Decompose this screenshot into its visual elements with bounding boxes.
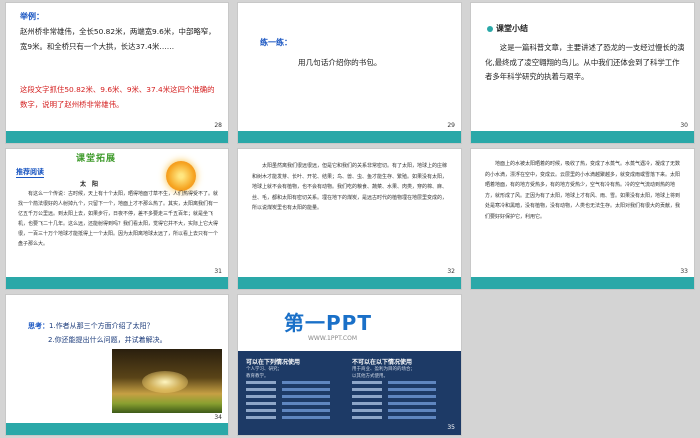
footer-bar (6, 423, 228, 435)
link-row[interactable] (352, 400, 456, 407)
slide-thumbnail-32[interactable]: 太阳虽然离我们很远很远，但是它和我们的关系非常密切。有了太阳，地球上的庄稼和树木… (237, 148, 462, 290)
link-row[interactable] (352, 386, 456, 393)
slide-thumbnail-28[interactable]: 举例： 赵州桥非常雄伟，全长50.82米，两端宽9.6米，中部略窄，宽9米。和全… (5, 2, 229, 144)
slide-body-text: 太阳虽然离我们很远很远，但是它和我们的关系非常密切。有了太阳，地球上的庄稼和树木… (252, 163, 448, 211)
slide-body-text: 用几句话介绍你的书包。 (298, 58, 382, 67)
sun-icon (166, 161, 196, 191)
footer-bar (471, 277, 694, 289)
link-row[interactable] (246, 414, 350, 421)
summary-heading-text: 课堂小结 (496, 24, 528, 33)
light-glow (142, 371, 188, 393)
reading-tag: 推荐阅读 (16, 168, 44, 178)
footer-bar (238, 131, 461, 143)
link-list-left (246, 379, 350, 421)
brand-logo: 第一PPT (284, 311, 372, 335)
disallowed-usage-column: 不可以在以下情况使用 用于商业、盈利为目的的场合； 以其他方式使用。 (352, 357, 456, 380)
brand-url: WWW.1PPT.COM (308, 335, 358, 342)
footer-bar (6, 277, 228, 289)
slide-number: 35 (447, 424, 455, 431)
slide-thumbnail-35[interactable]: 第一PPT WWW.1PPT.COM 可以在下列情况使用 个人学习、研究； 教育… (237, 294, 462, 436)
extension-banner: 课堂拓展 (76, 154, 117, 164)
footer-bar (238, 277, 461, 289)
link-list-right (352, 379, 456, 421)
slide-number: 34 (214, 414, 222, 421)
question-2: 2.你还能提出什么问题，并试着解决。 (48, 336, 167, 344)
allowed-usage-title: 可以在下列情况使用 (246, 359, 301, 366)
slide-body-text: 地面上的水被太阳晒着的时候，吸收了热，变成了水蒸气。水蒸气遇冷，凝成了无数的小水… (485, 161, 681, 220)
highlight-text: 这段文字抓住50.82米、9.6米、9米、37.4米这四个准确的数字，说明了赵州… (20, 85, 215, 109)
question-1: 1.作者从那三个方面介绍了太阳？ (49, 322, 154, 330)
example-label: 举例： (20, 12, 44, 21)
footer-bar (471, 131, 694, 143)
slide-number: 32 (447, 268, 455, 275)
slide-number: 29 (447, 122, 455, 129)
summary-heading: 课堂小结 (487, 23, 528, 34)
link-row[interactable] (246, 407, 350, 414)
slide-thumbnail-30[interactable]: 课堂小结 这是一篇科普文章，主要讲述了恐龙的一支经过慢长的演化,最终成了凌空翱翔… (470, 2, 695, 144)
slide-body-text: 有这么一个传说：古时候，天上有十个太阳，晒得地面寸草不生，人们热得受不了。就找一… (18, 191, 219, 247)
link-row[interactable] (246, 386, 350, 393)
link-row[interactable] (352, 414, 456, 421)
disallowed-usage-title: 不可以在以下情况使用 (352, 359, 413, 366)
link-row[interactable] (352, 407, 456, 414)
slide-number: 33 (680, 268, 688, 275)
allowed-usage-line: 个人学习、研究； (246, 367, 282, 372)
bullet-icon (487, 25, 493, 32)
think-label: 思考： (28, 322, 49, 330)
slide-thumbnail-31[interactable]: 课堂拓展 推荐阅读 太 阳 有这么一个传说：古时候，天上有十个太阳，晒得地面寸草… (5, 148, 229, 290)
footer-bar (6, 131, 228, 143)
slide-body-text: 赵州桥非常雄伟，全长50.82米，两端宽9.6米，中部略窄，宽9米。和全桥只有一… (20, 27, 216, 51)
slide-body-text: 这是一篇科普文章，主要讲述了恐龙的一支经过慢长的演化,最终成了凌空翱翔的鸟儿。从… (485, 43, 685, 81)
disallowed-usage-line: 用于商业、盈利为目的的场合； (352, 367, 415, 372)
slide-number: 31 (214, 268, 222, 275)
slide-number: 28 (214, 122, 222, 129)
practice-label: 练一练： (260, 38, 292, 47)
slide-number: 30 (680, 122, 688, 129)
link-row[interactable] (352, 379, 456, 386)
link-row[interactable] (246, 393, 350, 400)
allowed-usage-column: 可以在下列情况使用 个人学习、研究； 教育教学。 (246, 357, 350, 380)
book-light-image (112, 349, 222, 413)
link-row[interactable] (352, 393, 456, 400)
question-block: 思考：1.作者从那三个方面介绍了太阳？ 2.你还能提出什么问题，并试着解决。 (28, 319, 218, 347)
link-row[interactable] (246, 400, 350, 407)
slide-thumbnail-34[interactable]: 思考：1.作者从那三个方面介绍了太阳？ 2.你还能提出什么问题，并试着解决。 3… (5, 294, 229, 436)
slide-thumbnail-29[interactable]: 练一练： 用几句话介绍你的书包。 29 (237, 2, 462, 144)
link-row[interactable] (246, 379, 350, 386)
article-title: 太 阳 (80, 181, 99, 188)
slide-thumbnail-33[interactable]: 地面上的水被太阳晒着的时候，吸收了热，变成了水蒸气。水蒸气遇冷，凝成了无数的小水… (470, 148, 695, 290)
